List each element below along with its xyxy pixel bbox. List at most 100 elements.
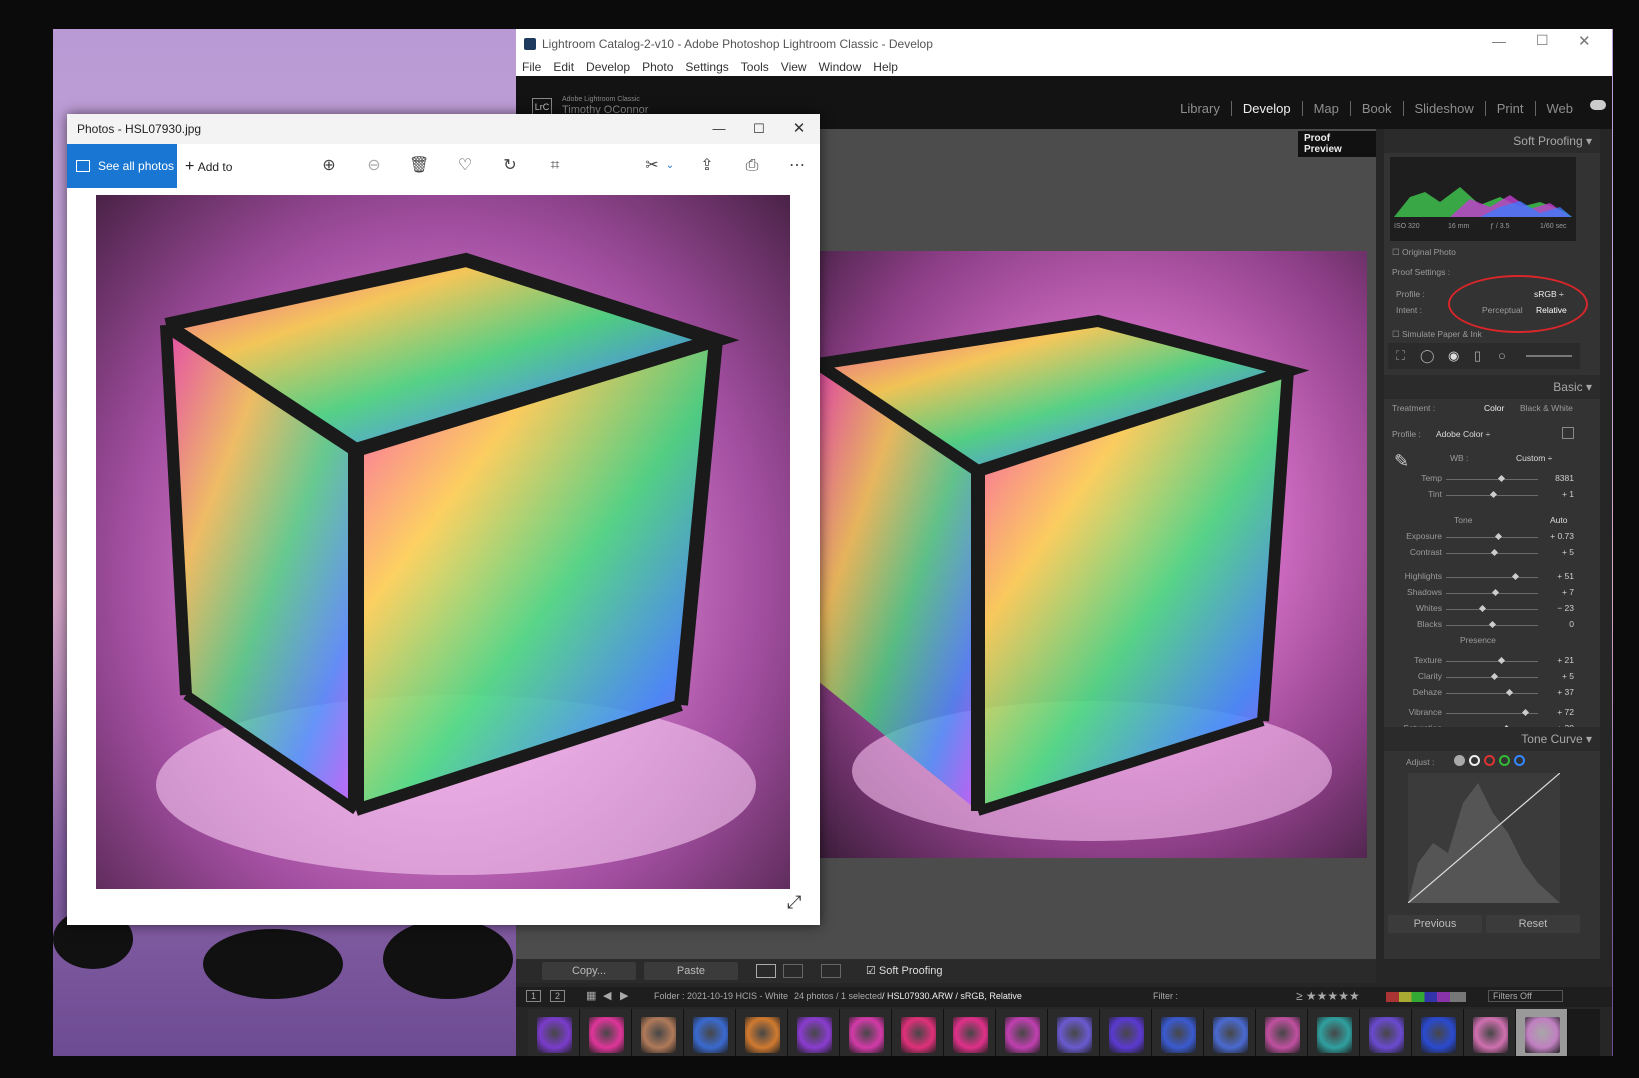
see-all-photos-button[interactable]: See all photos bbox=[67, 144, 177, 188]
slider-track[interactable] bbox=[1446, 479, 1538, 480]
current-filename[interactable]: / HSL07930.ARW / sRGB, Relative bbox=[882, 991, 1022, 1001]
folder-path[interactable]: Folder : 2021-10-19 HCIS - White bbox=[654, 991, 788, 1001]
filmstrip-thumbnail[interactable] bbox=[1516, 1009, 1568, 1056]
filmstrip-thumbnail[interactable] bbox=[892, 1009, 944, 1056]
slider-value[interactable]: − 23 bbox=[1544, 603, 1574, 613]
green-curve-icon[interactable] bbox=[1499, 755, 1510, 766]
slider-thumb[interactable] bbox=[1490, 672, 1498, 681]
filmstrip-thumbnail[interactable] bbox=[1308, 1009, 1360, 1056]
filmstrip-thumbnail[interactable] bbox=[1256, 1009, 1308, 1056]
red-curve-icon[interactable] bbox=[1484, 755, 1495, 766]
slider-track[interactable] bbox=[1446, 609, 1538, 610]
module-map[interactable]: Map bbox=[1303, 101, 1351, 116]
filmstrip-thumbnail[interactable] bbox=[528, 1009, 580, 1056]
filmstrip-thumbnail[interactable] bbox=[684, 1009, 736, 1056]
module-print[interactable]: Print bbox=[1486, 101, 1536, 116]
filters-off-select[interactable]: Filters Off bbox=[1488, 990, 1563, 1002]
eyedropper-icon[interactable]: ✎ bbox=[1394, 451, 1409, 472]
soft-proofing-checkbox[interactable]: ☑ Soft Proofing bbox=[866, 964, 943, 977]
filmstrip-thumbnail[interactable] bbox=[580, 1009, 632, 1056]
filmstrip-thumbnail[interactable] bbox=[1048, 1009, 1100, 1056]
photo-viewer-image[interactable] bbox=[96, 195, 790, 889]
close-icon[interactable]: ✕ bbox=[1578, 32, 1591, 50]
slider-thumb[interactable] bbox=[1491, 588, 1499, 597]
zoom-out-icon[interactable]: ⊖ bbox=[364, 156, 384, 176]
module-library[interactable]: Library bbox=[1169, 101, 1232, 116]
slider-thumb[interactable] bbox=[1495, 532, 1503, 541]
rgb-curve-icon[interactable] bbox=[1469, 755, 1480, 766]
slider-thumb[interactable] bbox=[1505, 688, 1513, 697]
grid-view-icon[interactable]: ▦ bbox=[586, 989, 596, 1002]
menu-view[interactable]: View bbox=[781, 60, 807, 74]
close-icon[interactable]: ✕ bbox=[779, 114, 819, 144]
profile2-select[interactable]: Adobe Color ÷ bbox=[1436, 429, 1490, 439]
copy-button[interactable]: Copy... bbox=[542, 962, 636, 980]
loupe-view-icon[interactable] bbox=[756, 964, 776, 978]
filmstrip-thumbnail[interactable] bbox=[632, 1009, 684, 1056]
slider-value[interactable]: + 0.73 bbox=[1544, 531, 1574, 541]
reset-button[interactable]: Reset bbox=[1486, 915, 1580, 933]
crop-icon[interactable]: ⌗ bbox=[545, 156, 565, 176]
filmstrip-thumbnail[interactable] bbox=[1360, 1009, 1412, 1056]
radial-filter-icon[interactable]: ○ bbox=[1498, 348, 1506, 363]
filmstrip-thumbnail[interactable] bbox=[944, 1009, 996, 1056]
before-after-icon[interactable] bbox=[783, 964, 803, 978]
slider-value[interactable]: + 72 bbox=[1544, 707, 1574, 717]
menu-edit[interactable]: Edit bbox=[553, 60, 574, 74]
slider-thumb[interactable] bbox=[1478, 604, 1486, 613]
brush-slider[interactable] bbox=[1526, 355, 1572, 357]
filmstrip-thumbnail[interactable] bbox=[1464, 1009, 1516, 1056]
slider-value[interactable]: + 7 bbox=[1544, 587, 1574, 597]
maximize-icon[interactable]: ☐ bbox=[1536, 32, 1549, 49]
slider-thumb[interactable] bbox=[1488, 620, 1497, 629]
menu-settings[interactable]: Settings bbox=[685, 60, 728, 74]
module-slideshow[interactable]: Slideshow bbox=[1404, 101, 1486, 116]
slider-track[interactable] bbox=[1446, 661, 1538, 662]
module-develop[interactable]: Develop bbox=[1232, 101, 1303, 116]
graduated-filter-icon[interactable]: ▯ bbox=[1474, 348, 1481, 364]
menu-tools[interactable]: Tools bbox=[741, 60, 769, 74]
slider-thumb[interactable] bbox=[1489, 490, 1497, 499]
filmstrip-thumbnail[interactable] bbox=[996, 1009, 1048, 1056]
parametric-curve-icon[interactable] bbox=[1454, 755, 1465, 766]
filmstrip-thumbnail[interactable] bbox=[1152, 1009, 1204, 1056]
simulate-paper-checkbox[interactable]: ☐ Simulate Paper & Ink bbox=[1392, 329, 1482, 340]
previous-button[interactable]: Previous bbox=[1388, 915, 1482, 933]
soft-proofing-header[interactable]: Soft Proofing ▾ bbox=[1384, 129, 1600, 153]
filmstrip-thumbnail[interactable] bbox=[840, 1009, 892, 1056]
menu-help[interactable]: Help bbox=[873, 60, 898, 74]
more-options-icon[interactable]: ⋯ bbox=[787, 156, 807, 176]
slider-value[interactable]: + 37 bbox=[1544, 687, 1574, 697]
fullscreen-icon[interactable]: ⤢ bbox=[787, 892, 801, 913]
slider-thumb[interactable] bbox=[1511, 572, 1520, 581]
back-arrow-icon[interactable]: ◀ bbox=[603, 989, 611, 1002]
slider-value[interactable]: + 5 bbox=[1544, 547, 1574, 557]
slider-thumb[interactable] bbox=[1498, 656, 1506, 665]
treatment-color[interactable]: Color bbox=[1484, 403, 1504, 413]
slider-thumb[interactable] bbox=[1522, 708, 1530, 717]
rotate-icon[interactable]: ↻ bbox=[500, 156, 520, 176]
zoom-in-icon[interactable]: ⊕ bbox=[319, 156, 339, 176]
crop-overlay-icon[interactable]: ⛶ bbox=[1396, 348, 1405, 364]
color-label-filter[interactable] bbox=[1386, 992, 1466, 1002]
blue-curve-icon[interactable] bbox=[1514, 755, 1525, 766]
slider-thumb[interactable] bbox=[1490, 548, 1498, 557]
filmstrip-thumbnail[interactable] bbox=[1412, 1009, 1464, 1056]
original-photo-checkbox[interactable]: ☐ Original Photo bbox=[1392, 247, 1456, 258]
favorite-icon[interactable]: ♡ bbox=[455, 156, 475, 176]
slider-value[interactable]: + 5 bbox=[1544, 671, 1574, 681]
maximize-icon[interactable]: ☐ bbox=[739, 114, 779, 144]
paste-button[interactable]: Paste bbox=[644, 962, 738, 980]
minimize-icon[interactable]: — bbox=[699, 114, 739, 144]
menu-file[interactable]: File bbox=[522, 60, 541, 74]
slider-track[interactable] bbox=[1446, 693, 1538, 694]
yy-view-icon[interactable] bbox=[821, 964, 841, 978]
menu-develop[interactable]: Develop bbox=[586, 60, 630, 74]
auto-button[interactable]: Auto bbox=[1550, 515, 1568, 525]
spot-removal-icon[interactable]: ◯ bbox=[1420, 348, 1435, 364]
slider-value[interactable]: + 51 bbox=[1544, 571, 1574, 581]
filmstrip-thumbnail[interactable] bbox=[736, 1009, 788, 1056]
filmstrip-thumbnail[interactable] bbox=[1204, 1009, 1256, 1056]
slider-thumb[interactable] bbox=[1498, 474, 1506, 483]
delete-icon[interactable]: 🗑 bbox=[409, 156, 429, 176]
